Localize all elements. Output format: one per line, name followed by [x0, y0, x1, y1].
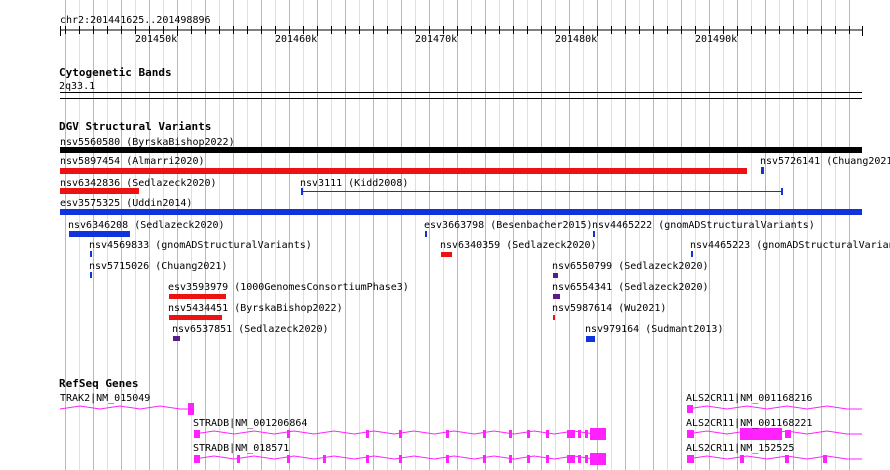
gene-exon[interactable] [366, 430, 369, 438]
gene-exon[interactable] [366, 455, 369, 463]
gene-label[interactable]: STRADB|NM_001206864 [193, 418, 307, 429]
gene-exon[interactable] [546, 455, 549, 463]
gene-exon[interactable] [687, 430, 694, 438]
gene-exon[interactable] [446, 455, 449, 463]
gene-label[interactable]: STRADB|NM_018571 [193, 443, 289, 454]
gene-exon[interactable] [527, 430, 530, 438]
gene-exon[interactable] [823, 455, 827, 463]
gene-exon[interactable] [399, 430, 402, 438]
gene-exon[interactable] [578, 430, 581, 438]
gene-exon[interactable] [687, 405, 693, 413]
genome-browser: chr2:201441625..201498896 201450k 201460k… [0, 0, 890, 470]
gene-intron-line[interactable] [686, 455, 862, 460]
gene-exon[interactable] [194, 455, 200, 463]
gene-exon[interactable] [585, 430, 588, 438]
gene-exon[interactable] [483, 455, 486, 463]
gene-exon[interactable] [687, 455, 694, 463]
gene-exon[interactable] [509, 455, 512, 463]
gene-exon[interactable] [446, 430, 449, 438]
gene-exon[interactable] [287, 455, 290, 463]
gene-exon[interactable] [509, 430, 512, 438]
gene-exon[interactable] [740, 428, 782, 440]
gene-exon[interactable] [590, 453, 606, 465]
gene-exon[interactable] [399, 455, 402, 463]
gene-exon[interactable] [567, 455, 575, 463]
gene-exon[interactable] [287, 430, 290, 438]
gene-exon[interactable] [527, 455, 530, 463]
gene-exon[interactable] [323, 455, 326, 463]
gene-exon[interactable] [567, 430, 575, 438]
gene-intron-line[interactable] [59, 405, 195, 410]
gene-label[interactable]: ALS2CR11|NM_001168216 [686, 393, 812, 404]
gene-exon[interactable] [237, 455, 240, 463]
gene-exon[interactable] [188, 403, 194, 415]
gene-exon[interactable] [546, 430, 549, 438]
gene-exon[interactable] [578, 455, 581, 463]
gene-exon[interactable] [785, 430, 791, 438]
gene-exon[interactable] [194, 430, 200, 438]
gene-exon[interactable] [740, 455, 744, 463]
gene-label[interactable]: ALS2CR11|NM_152525 [686, 443, 794, 454]
gene-exon[interactable] [785, 455, 789, 463]
gene-label[interactable]: ALS2CR11|NM_001168221 [686, 418, 812, 429]
gene-exon[interactable] [590, 428, 606, 440]
gene-exon[interactable] [483, 430, 486, 438]
gene-intron-line[interactable] [686, 405, 862, 410]
gene-exon[interactable] [585, 455, 588, 463]
gene-label[interactable]: TRAK2|NM_015049 [60, 393, 150, 404]
